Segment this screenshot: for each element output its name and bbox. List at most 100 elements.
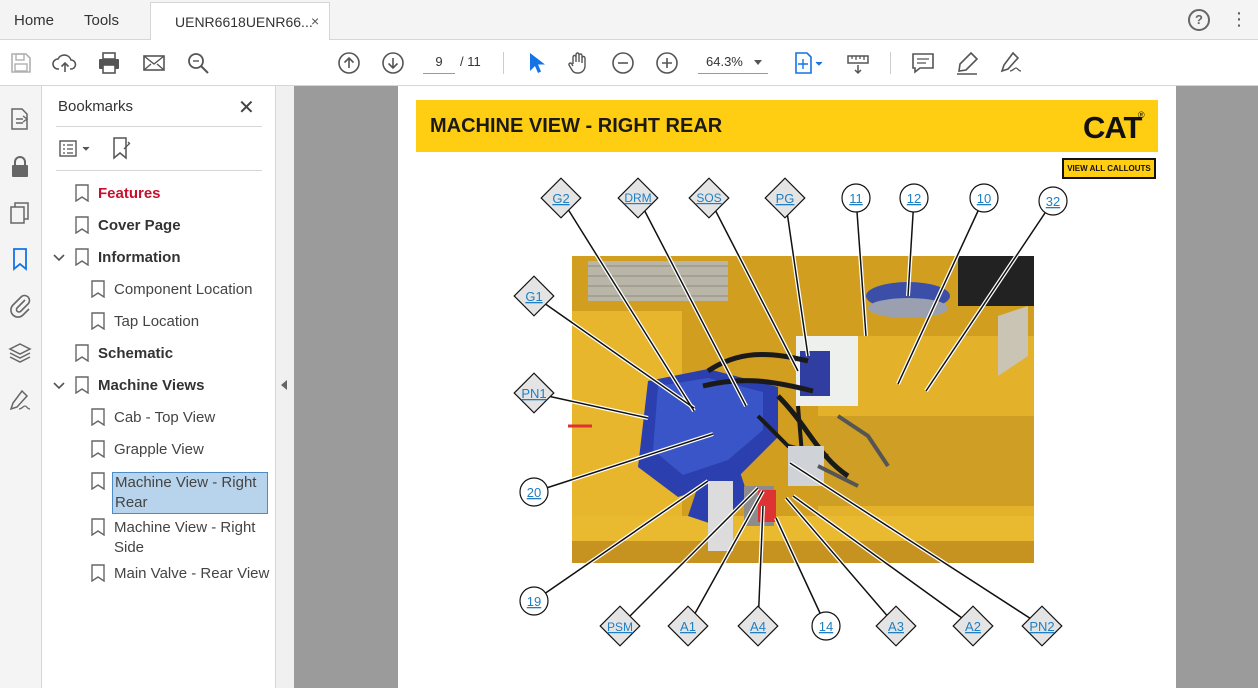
callout-a2[interactable]: A2 — [952, 605, 994, 647]
callout-20[interactable]: 20 — [519, 477, 549, 507]
search-zoom-icon[interactable] — [185, 50, 211, 76]
comment-icon[interactable] — [910, 50, 936, 76]
sign-pen-icon[interactable] — [998, 50, 1024, 76]
callout-a4[interactable]: A4 — [737, 605, 779, 647]
svg-text:19: 19 — [527, 594, 541, 609]
callout-g2[interactable]: G2 — [540, 177, 582, 219]
signature-icon[interactable] — [7, 388, 33, 414]
add-bookmark-icon[interactable] — [110, 136, 134, 160]
zoom-in-icon[interactable] — [654, 50, 680, 76]
bookmark-schematic[interactable]: Schematic — [42, 340, 276, 368]
bookmark-icon — [75, 344, 89, 362]
bookmark-icon — [75, 248, 89, 266]
svg-text:10: 10 — [977, 191, 991, 206]
callout-sos[interactable]: SOS — [688, 177, 730, 219]
bookmark-grapple-view[interactable]: Grapple View — [42, 436, 276, 464]
previous-page-icon[interactable] — [336, 50, 362, 76]
menu-bar: Home Tools UENR6618UENR66... × ? ⋮ — [0, 0, 1258, 40]
email-icon[interactable] — [141, 50, 167, 76]
select-cursor-icon[interactable] — [522, 50, 548, 76]
next-page-icon[interactable] — [380, 50, 406, 76]
bookmark-cover-page[interactable]: Cover Page — [42, 212, 276, 240]
callout-10[interactable]: 10 — [969, 183, 999, 213]
svg-text:32: 32 — [1046, 194, 1060, 209]
help-icon[interactable]: ? — [1188, 9, 1210, 31]
bookmark-machine-view-right-side[interactable]: Machine View - Right Side — [42, 514, 276, 558]
home-tab[interactable]: Home — [14, 12, 54, 29]
hand-tool-icon[interactable] — [566, 50, 592, 76]
pages-thumbnail-icon[interactable] — [7, 200, 33, 226]
bookmark-label: Cab - Top View — [114, 409, 216, 426]
svg-text:DRM: DRM — [624, 191, 651, 205]
bookmark-label: Cover Page — [98, 217, 181, 234]
callout-a1[interactable]: A1 — [667, 605, 709, 647]
bookmark-tap-location[interactable]: Tap Location — [42, 308, 276, 336]
panel-splitter[interactable] — [276, 86, 294, 688]
bookmark-panel-icon[interactable] — [7, 246, 33, 272]
export-pdf-icon[interactable] — [7, 106, 33, 132]
zoom-level-select[interactable]: 64.3% — [698, 50, 768, 74]
svg-text:14: 14 — [819, 619, 833, 634]
document-tab-title: UENR6618UENR66... — [175, 14, 313, 30]
bookmark-label: Component Location — [114, 281, 253, 298]
callout-12[interactable]: 12 — [899, 183, 929, 213]
svg-text:PN2: PN2 — [1029, 619, 1054, 634]
svg-text:SOS: SOS — [696, 191, 721, 205]
document-view[interactable]: MACHINE VIEW - RIGHT REAR CAT ® VIEW ALL… — [294, 86, 1258, 688]
callout-14[interactable]: 14 — [811, 611, 841, 641]
bookmark-options-icon[interactable] — [58, 138, 94, 160]
chevron-down-icon — [754, 60, 762, 65]
svg-text:12: 12 — [907, 191, 921, 206]
bookmark-label-selected: Machine View - Right Rear — [112, 472, 268, 514]
callout-19[interactable]: 19 — [519, 586, 549, 616]
layers-icon[interactable] — [7, 340, 33, 366]
callout-pg[interactable]: PG — [764, 177, 806, 219]
close-tab-icon[interactable]: × — [311, 13, 319, 29]
tools-tab[interactable]: Tools — [84, 12, 119, 29]
toolbar: / 11 64.3% — [0, 40, 1258, 116]
toolbar-divider — [503, 52, 504, 74]
svg-text:PG: PG — [776, 191, 795, 206]
callout-pn1[interactable]: PN1 — [513, 372, 555, 414]
chevron-down-icon[interactable] — [53, 380, 65, 392]
navigation-rail — [0, 86, 42, 688]
callout-11[interactable]: 11 — [841, 183, 871, 213]
bookmark-main-valve-rear-view[interactable]: Main Valve - Rear View — [42, 560, 276, 588]
lock-icon[interactable] — [7, 154, 33, 180]
svg-text:A4: A4 — [750, 619, 766, 634]
svg-text:11: 11 — [849, 191, 863, 206]
bookmark-cab-top-view[interactable]: Cab - Top View — [42, 404, 276, 432]
close-panel-icon[interactable]: ✕ — [238, 95, 255, 120]
bookmark-label: Machine View - Right Side — [114, 519, 256, 556]
callout-drm[interactable]: DRM — [617, 177, 659, 219]
callout-32[interactable]: 32 — [1038, 186, 1068, 216]
callout-g1[interactable]: G1 — [513, 275, 555, 317]
save-icon[interactable] — [8, 50, 34, 76]
print-icon[interactable] — [96, 50, 122, 76]
bookmark-icon — [75, 216, 89, 234]
bookmark-machine-view-right-rear[interactable]: Machine View - Right Rear — [42, 468, 276, 514]
bookmark-icon — [91, 312, 105, 330]
more-menu-icon[interactable]: ⋮ — [1230, 10, 1248, 28]
chevron-down-icon[interactable] — [53, 252, 65, 264]
svg-text:20: 20 — [527, 485, 541, 500]
highlight-pen-icon[interactable] — [954, 50, 980, 76]
svg-text:A1: A1 — [680, 619, 696, 634]
collapse-panel-icon[interactable] — [281, 380, 287, 390]
page-fit-icon[interactable] — [792, 50, 828, 76]
pdf-page: MACHINE VIEW - RIGHT REAR CAT ® VIEW ALL… — [398, 86, 1176, 688]
bookmark-information[interactable]: Information — [42, 244, 276, 272]
bookmark-component-location[interactable]: Component Location — [42, 276, 276, 304]
measure-tool-icon[interactable] — [845, 50, 871, 76]
bookmark-features[interactable]: Features — [42, 180, 276, 208]
upload-cloud-icon[interactable] — [52, 50, 78, 76]
document-tab[interactable]: UENR6618UENR66... × — [150, 2, 330, 40]
zoom-out-icon[interactable] — [610, 50, 636, 76]
page-number-input[interactable] — [423, 50, 455, 74]
bookmark-icon — [75, 376, 89, 394]
bookmark-icon — [91, 472, 105, 490]
bookmark-machine-views[interactable]: Machine Views — [42, 372, 276, 400]
svg-text:A2: A2 — [965, 619, 981, 634]
callout-pn2[interactable]: PN2 — [1021, 605, 1063, 647]
attachment-icon[interactable] — [7, 292, 33, 318]
